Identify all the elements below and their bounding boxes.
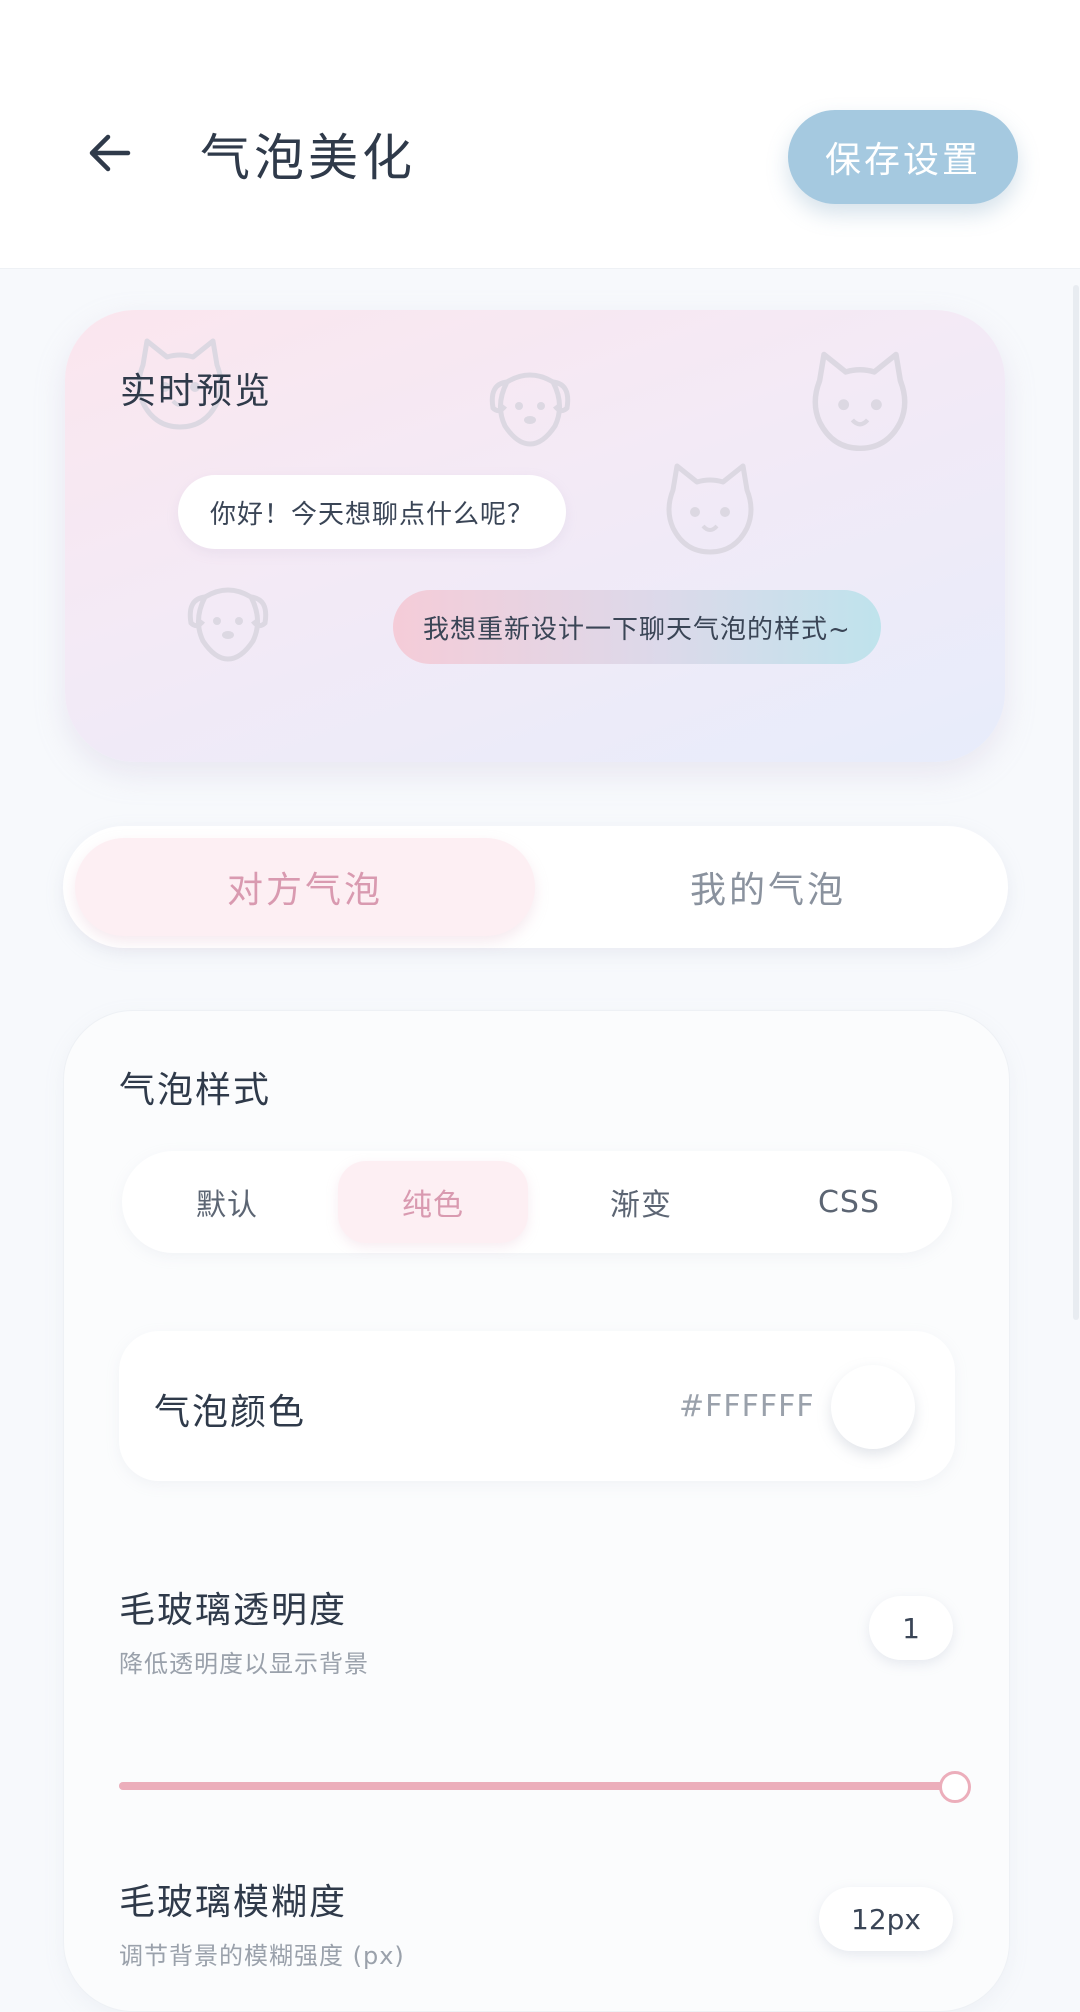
bubble-color-row: 气泡颜色 #FFFFFF [119, 1331, 955, 1481]
glass-opacity-description: 降低透明度以显示背景 [119, 1650, 369, 1678]
back-button[interactable] [70, 120, 150, 190]
dog-face-icon [183, 575, 273, 669]
glass-opacity-slider[interactable] [119, 1771, 971, 1803]
outgoing-message-bubble: 我想重新设计一下聊天气泡的样式~ [393, 590, 881, 664]
scrollbar[interactable] [1073, 285, 1079, 1320]
style-option-gradient[interactable]: 渐变 [546, 1161, 736, 1243]
page-title: 气泡美化 [200, 129, 416, 187]
top-app-bar: 气泡美化 保存设置 [0, 0, 1080, 269]
bubble-owner-tabs: 对方气泡 我的气泡 [63, 826, 1008, 948]
style-option-default[interactable]: 默认 [132, 1161, 322, 1243]
cat-face-icon [655, 460, 765, 564]
slider-fill [119, 1782, 955, 1790]
arrow-left-icon[interactable] [88, 133, 132, 177]
save-settings-button[interactable]: 保存设置 [788, 110, 1018, 204]
bubble-color-hex: #FFFFFF [679, 1389, 815, 1424]
style-option-solid[interactable]: 纯色 [338, 1161, 528, 1243]
bubble-color-label: 气泡颜色 [154, 1392, 307, 1433]
bubble-style-segmented-control: 默认 纯色 渐变 CSS [122, 1151, 952, 1253]
bubble-settings-card: 气泡样式 默认 纯色 渐变 CSS 气泡颜色 #FFFFFF 毛玻璃透明度 降低… [63, 1010, 1010, 2012]
preview-title: 实时预览 [120, 371, 273, 412]
glass-blur-value[interactable]: 12px [819, 1887, 953, 1951]
glass-opacity-value[interactable]: 1 [869, 1596, 953, 1660]
glass-blur-title: 毛玻璃模糊度 [119, 1882, 348, 1923]
style-option-css[interactable]: CSS [754, 1161, 944, 1243]
tab-my-bubble[interactable]: 我的气泡 [538, 838, 998, 936]
bubble-style-title: 气泡样式 [119, 1070, 272, 1111]
color-picker-swatch[interactable] [831, 1365, 915, 1449]
slider-thumb[interactable] [939, 1771, 971, 1803]
glass-opacity-title: 毛玻璃透明度 [119, 1590, 348, 1631]
tab-other-bubble[interactable]: 对方气泡 [75, 838, 535, 936]
live-preview-card: 实时预览 你好！今天想聊点什么呢？ 我想重新设计一下聊天气泡的样式~ [65, 310, 1005, 762]
cat-face-icon [800, 345, 920, 464]
dog-face-icon [485, 360, 575, 454]
incoming-message-bubble: 你好！今天想聊点什么呢？ [178, 475, 567, 549]
